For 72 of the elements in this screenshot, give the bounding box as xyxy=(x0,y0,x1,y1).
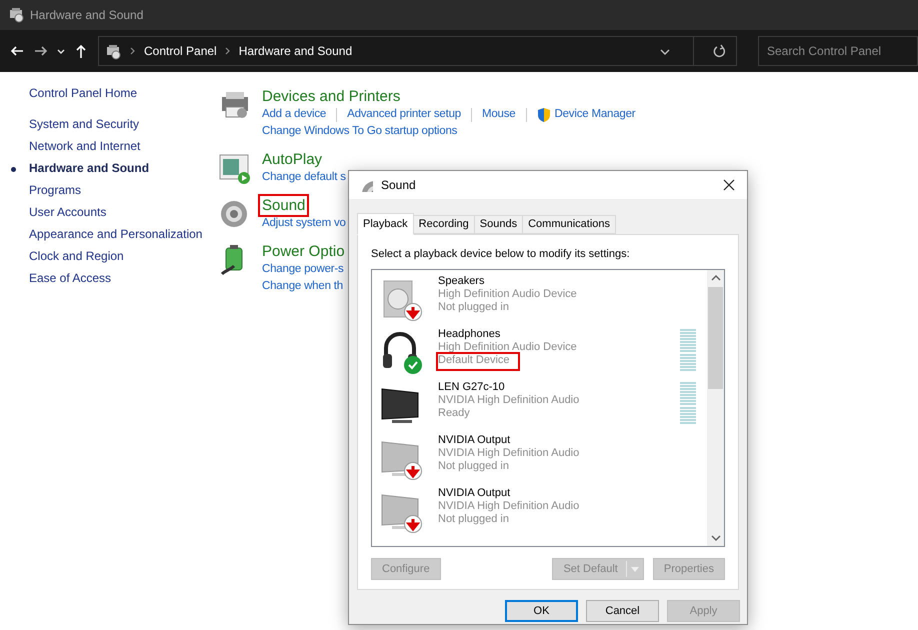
device-driver: NVIDIA High Definition Audio xyxy=(438,394,580,407)
device-status: Not plugged in xyxy=(438,460,509,473)
instruction-text: Select a playback device below to modify its settings: xyxy=(371,247,631,261)
device-driver: High Definition Audio Device xyxy=(438,288,578,301)
button[interactable]: Cancel xyxy=(586,600,659,622)
device-status: Default Device xyxy=(438,354,518,369)
close-icon xyxy=(723,179,735,191)
device-status: Not plugged in xyxy=(438,513,509,526)
up-arrow-icon xyxy=(74,44,88,58)
link[interactable]: Advanced printer setup xyxy=(347,106,461,123)
chevron-icon xyxy=(130,47,136,55)
breadcrumb-item[interactable]: Hardware and Sound xyxy=(238,42,352,60)
refresh-icon xyxy=(712,44,726,58)
back-arrow-icon xyxy=(10,44,25,58)
link[interactable]: Add a device xyxy=(262,106,326,123)
sidebar-link[interactable]: Ease of Access xyxy=(29,271,210,286)
sidebar-link[interactable]: Clock and Region xyxy=(29,249,210,264)
device-driver: NVIDIA High Definition Audio xyxy=(438,447,580,460)
autoplay-icon xyxy=(218,152,250,184)
tab[interactable]: Sounds xyxy=(474,215,524,234)
chevron-icon xyxy=(224,47,231,55)
breadcrumb-item[interactable]: Control Panel xyxy=(144,42,217,60)
search-field[interactable]: Search Control Panel xyxy=(758,36,918,66)
address-bar[interactable]: Control Panel Hardware and Sound xyxy=(98,36,737,66)
sidebar-link[interactable]: Hardware and Sound xyxy=(29,161,210,176)
scroll-up-icon xyxy=(710,274,720,282)
link[interactable]: Change power-s xyxy=(262,261,344,278)
link[interactable]: Adjust system vo xyxy=(262,215,346,232)
control-panel-icon xyxy=(8,7,24,23)
tab[interactable]: Recording xyxy=(412,215,475,234)
device-name: NVIDIA Output xyxy=(438,434,512,447)
window-title: Hardware and Sound xyxy=(30,7,144,24)
tab[interactable]: Communications xyxy=(522,215,616,234)
scroll-down-icon xyxy=(710,534,720,542)
link[interactable]: Change when th xyxy=(262,278,343,295)
device-status: Ready xyxy=(438,407,470,420)
sidebar-link[interactable]: System and Security xyxy=(29,117,210,132)
scrollbar-thumb[interactable] xyxy=(708,287,723,389)
device-item[interactable]: NVIDIA Output NVIDIA High Definition Audio Not plugged in xyxy=(378,431,707,484)
device-item[interactable]: LEN G27c-10 NVIDIA High Definition Audio Ready xyxy=(378,378,707,431)
device-status: Not plugged in xyxy=(438,301,509,314)
device-driver: NVIDIA High Definition Audio xyxy=(438,500,580,513)
sidebar-link[interactable]: Appearance and Personalization xyxy=(29,227,210,242)
sidebar-link[interactable]: Programs xyxy=(29,183,210,198)
dropdown-caret-icon xyxy=(56,47,66,55)
dropdown-caret-icon xyxy=(659,46,671,56)
control-panel-icon xyxy=(105,42,122,60)
sidebar-link[interactable]: Network and Internet xyxy=(29,139,210,154)
device-item[interactable]: Speakers High Definition Audio Device Not plugged in xyxy=(378,272,707,325)
link[interactable]: Device Manager xyxy=(554,106,636,123)
category-title[interactable]: Sound xyxy=(260,196,308,215)
category-title[interactable]: Power Optio xyxy=(260,242,347,261)
sidebar-link[interactable]: User Accounts xyxy=(29,205,210,220)
link[interactable]: Change Windows To Go startup options xyxy=(262,123,458,140)
device-name: NVIDIA Output xyxy=(438,487,512,500)
device-name: Speakers xyxy=(438,275,486,288)
device-name: LEN G27c-10 xyxy=(438,381,506,394)
dialog-title: Sound xyxy=(381,177,416,194)
sidebar-link[interactable]: Control Panel Home xyxy=(29,86,210,101)
device-item[interactable]: Headphones High Definition Audio Device Default Device xyxy=(378,325,707,378)
scrollbar[interactable] xyxy=(707,270,724,546)
device-name: Headphones xyxy=(438,328,502,341)
category-title[interactable]: Devices and Printers xyxy=(260,87,402,106)
link[interactable]: Change default s xyxy=(262,169,346,186)
device-item[interactable]: NVIDIA Output NVIDIA High Definition Audio Not plugged in xyxy=(378,484,707,537)
device-driver: High Definition Audio Device xyxy=(438,341,578,354)
link[interactable]: Mouse xyxy=(482,106,516,123)
caret-icon xyxy=(630,566,640,572)
category-title[interactable]: AutoPlay xyxy=(260,150,324,169)
tab[interactable]: Playback xyxy=(357,213,414,235)
forward-arrow-icon xyxy=(33,44,48,58)
button[interactable]: OK xyxy=(505,600,578,622)
